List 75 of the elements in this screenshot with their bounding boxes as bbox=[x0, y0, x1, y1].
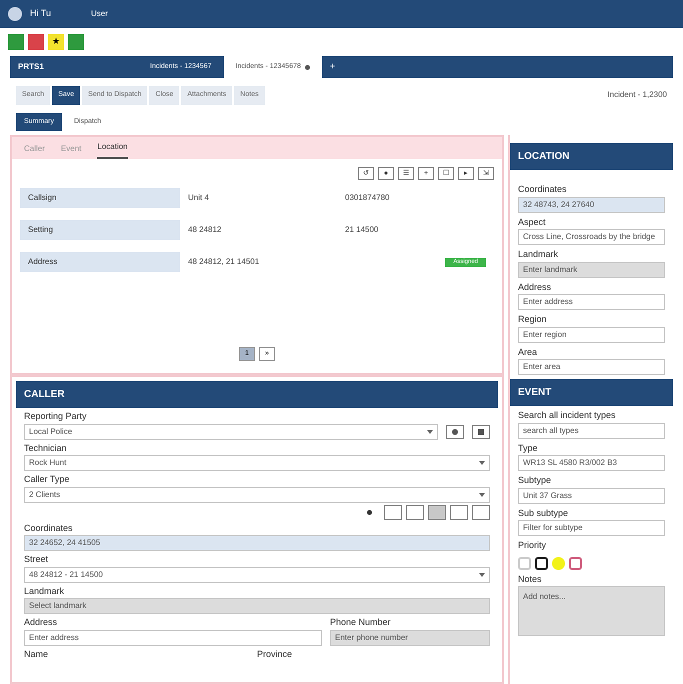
row-label: Callsign bbox=[20, 188, 180, 208]
table-cell-text: Unit 4 bbox=[187, 192, 210, 204]
row-label: Address bbox=[20, 252, 180, 272]
table-cell-text: 48 24812 bbox=[187, 224, 222, 236]
input-field[interactable]: Filter for subtype bbox=[518, 520, 665, 536]
input-field[interactable]: 32 24652, 24 41505 bbox=[24, 535, 490, 551]
field-label: Area bbox=[518, 346, 538, 358]
input-field[interactable]: Enter landmark bbox=[518, 262, 665, 278]
field-label: Landmark bbox=[24, 584, 66, 598]
input-field[interactable]: Enter region bbox=[518, 326, 665, 342]
panel-header: LOCATION bbox=[510, 143, 673, 170]
field-label: Phone Number bbox=[330, 616, 392, 629]
panel-header: EVENT bbox=[510, 379, 673, 406]
quick-action-button[interactable]: ★ bbox=[48, 34, 64, 50]
field-label: Search all incident types bbox=[518, 409, 617, 422]
table-cell: 0301874780 bbox=[345, 192, 390, 204]
field-label: Technician bbox=[24, 442, 68, 454]
record-tab[interactable]: Location bbox=[97, 141, 128, 159]
field-label: Address bbox=[24, 616, 58, 629]
camera-button[interactable] bbox=[472, 424, 490, 438]
field-label: Notes bbox=[518, 572, 543, 586]
field-label: Address bbox=[518, 280, 552, 294]
input-field[interactable]: WR13 SL 4580 R3/002 B3 bbox=[518, 455, 665, 471]
caret-icon bbox=[479, 572, 485, 576]
input-field[interactable]: Local Police bbox=[24, 424, 438, 440]
table-cell-text: 48 24812, 21 14501 bbox=[187, 256, 260, 268]
panel-header: CALLER bbox=[16, 381, 498, 408]
field-label: Province bbox=[257, 648, 294, 660]
input-field[interactable]: 2 Clients bbox=[24, 486, 490, 502]
table-cell: 21 14500 bbox=[345, 224, 378, 236]
input-field[interactable]: Unit 37 Grass bbox=[518, 488, 665, 504]
tab-bar-label: PRTS1 bbox=[17, 61, 45, 73]
input-field[interactable]: 32 48743, 24 27640 bbox=[518, 196, 665, 212]
user-menu[interactable]: User bbox=[91, 8, 108, 20]
caret-icon bbox=[479, 461, 485, 465]
field-label: Coordinates bbox=[24, 522, 74, 534]
priority-option[interactable] bbox=[535, 556, 548, 570]
input-field[interactable]: 48 24812 - 21 14500 bbox=[24, 566, 490, 582]
field-label: Reporting Party bbox=[24, 410, 88, 423]
tool-icon[interactable] bbox=[450, 504, 468, 520]
field-label: Subtype bbox=[518, 474, 552, 487]
input-field[interactable]: search all types bbox=[518, 422, 665, 438]
caret-icon bbox=[427, 430, 433, 434]
field-label: Type bbox=[518, 442, 539, 455]
input-field[interactable]: Enter phone number bbox=[330, 630, 490, 646]
tool-icon[interactable] bbox=[428, 504, 446, 520]
tool-icon[interactable] bbox=[472, 504, 490, 520]
caret-icon bbox=[479, 492, 485, 496]
field-label: Sub subtype bbox=[518, 506, 570, 520]
input-field[interactable]: Select landmark bbox=[24, 598, 490, 614]
tool-icon[interactable] bbox=[384, 504, 402, 520]
avatar-icon bbox=[8, 7, 22, 21]
field-label: Coordinates bbox=[518, 183, 568, 196]
field-label: Landmark bbox=[518, 248, 560, 261]
close-icon[interactable] bbox=[304, 64, 310, 70]
square-icon bbox=[478, 428, 484, 434]
notes-field[interactable]: Add notes... bbox=[518, 586, 665, 636]
field-label: Priority bbox=[518, 539, 548, 552]
input-field[interactable]: Enter area bbox=[518, 359, 665, 375]
field-label: Name bbox=[24, 648, 50, 660]
field-label: Caller Type bbox=[24, 473, 70, 486]
field-label: Region bbox=[518, 313, 548, 326]
input-field[interactable]: Enter address bbox=[518, 294, 665, 310]
pin-icon bbox=[452, 428, 458, 434]
input-field[interactable]: Enter address bbox=[24, 630, 322, 646]
user-name: Hi Tu bbox=[30, 7, 52, 20]
field-label: Street bbox=[24, 553, 50, 566]
tool-icon[interactable] bbox=[406, 504, 424, 520]
add-tab-button[interactable]: + bbox=[322, 56, 344, 78]
input-field[interactable]: Rock Hunt bbox=[24, 455, 490, 471]
input-field[interactable]: Cross Line, Crossroads by the bridge bbox=[518, 229, 665, 245]
incident-reference: Incident - 1,2300 bbox=[607, 89, 667, 102]
map-button[interactable] bbox=[446, 424, 464, 438]
field-label: Aspect bbox=[518, 216, 547, 229]
row-label: Setting bbox=[20, 220, 180, 240]
